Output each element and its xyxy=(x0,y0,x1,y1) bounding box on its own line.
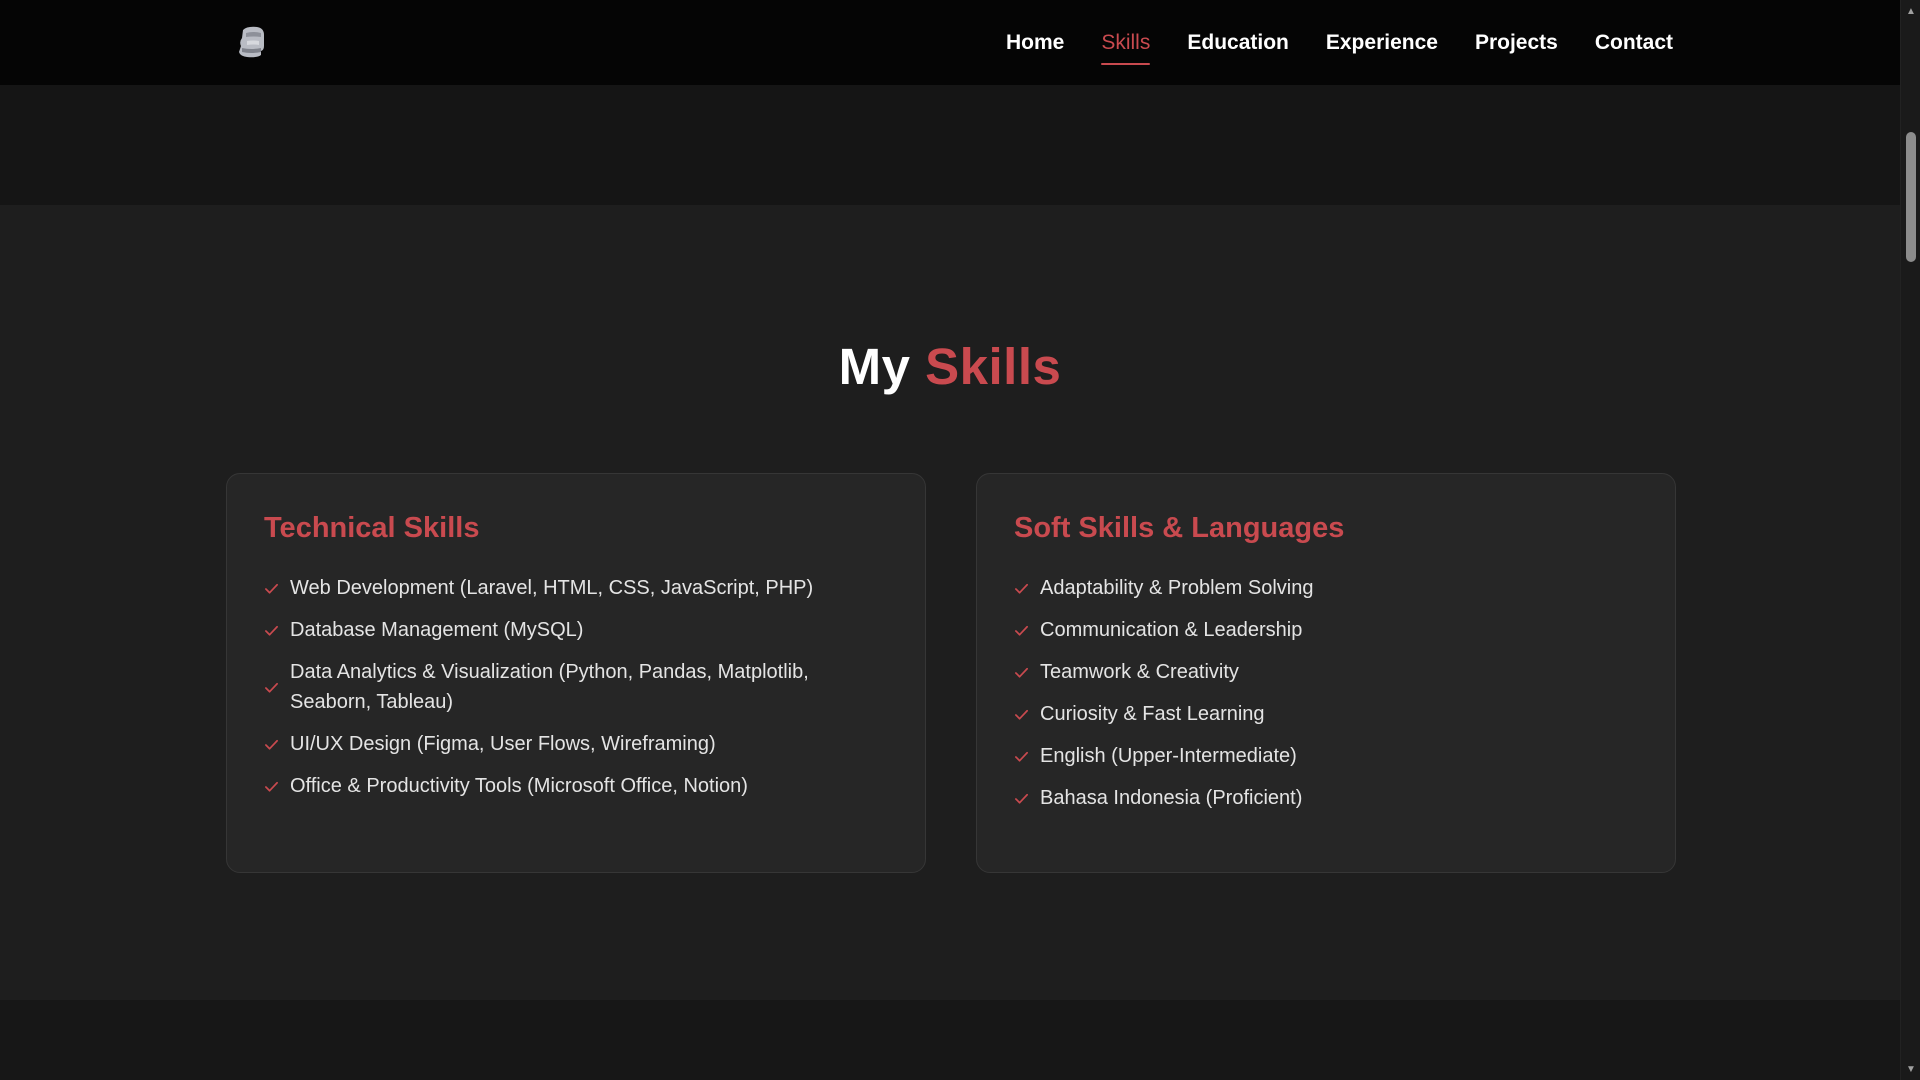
skill-text: Teamwork & Creativity xyxy=(1040,661,1239,683)
bust-statue-icon[interactable] xyxy=(233,24,269,60)
skill-text: Curiosity & Fast Learning xyxy=(1040,703,1265,725)
section-title-accent: Skills xyxy=(925,338,1062,395)
list-item: Teamwork & Creativity xyxy=(1014,657,1638,687)
nav-skills[interactable]: Skills xyxy=(1101,31,1151,65)
check-icon xyxy=(265,583,278,594)
skill-text: UI/UX Design (Figma, User Flows, Wirefra… xyxy=(290,733,716,755)
skill-text: Communication & Leadership xyxy=(1040,619,1303,641)
list-item: Curiosity & Fast Learning xyxy=(1014,699,1638,729)
nav-experience[interactable]: Experience xyxy=(1326,31,1438,55)
nav-links: Home Skills Education Experience Project… xyxy=(1006,0,1673,85)
check-icon xyxy=(265,625,278,636)
soft-skills-card: Soft Skills & Languages Adaptability & P… xyxy=(976,473,1676,873)
soft-skills-list: Adaptability & Problem Solving Communica… xyxy=(1014,573,1638,813)
scroll-up-arrow-icon[interactable]: ▲ xyxy=(1901,2,1920,20)
navbar: Home Skills Education Experience Project… xyxy=(0,0,1900,85)
list-item: Communication & Leadership xyxy=(1014,615,1638,645)
scroll-thumb[interactable] xyxy=(1906,132,1916,262)
technical-skills-card: Technical Skills Web Development (Larave… xyxy=(226,473,926,873)
page: Home Skills Education Experience Project… xyxy=(0,0,1920,1080)
check-icon xyxy=(1015,709,1028,720)
scroll-down-arrow-icon[interactable]: ▼ xyxy=(1901,1060,1920,1078)
nav-projects[interactable]: Projects xyxy=(1475,31,1558,55)
list-item: Adaptability & Problem Solving xyxy=(1014,573,1638,603)
skill-text: Office & Productivity Tools (Microsoft O… xyxy=(290,775,748,797)
skill-text: Data Analytics & Visualization (Python, … xyxy=(290,661,809,713)
section-title-prefix: My xyxy=(838,338,911,395)
check-icon xyxy=(1015,751,1028,762)
skill-text: English (Upper-Intermediate) xyxy=(1040,745,1297,767)
nav-home[interactable]: Home xyxy=(1006,31,1064,55)
list-item: Office & Productivity Tools (Microsoft O… xyxy=(264,771,888,801)
nav-contact[interactable]: Contact xyxy=(1595,31,1673,55)
technical-skills-title: Technical Skills xyxy=(264,512,480,544)
check-icon xyxy=(1015,625,1028,636)
check-icon xyxy=(1015,583,1028,594)
skill-text: Adaptability & Problem Solving xyxy=(1040,577,1314,599)
skill-text: Web Development (Laravel, HTML, CSS, Jav… xyxy=(290,577,814,599)
check-icon xyxy=(265,682,278,693)
soft-skills-title: Soft Skills & Languages xyxy=(1014,512,1345,544)
nav-education[interactable]: Education xyxy=(1187,31,1289,55)
next-section-start xyxy=(0,1000,1900,1080)
technical-skills-list: Web Development (Laravel, HTML, CSS, Jav… xyxy=(264,573,888,801)
list-item: Bahasa Indonesia (Proficient) xyxy=(1014,783,1638,813)
check-icon xyxy=(1015,667,1028,678)
list-item: Web Development (Laravel, HTML, CSS, Jav… xyxy=(264,573,888,603)
skill-text: Database Management (MySQL) xyxy=(290,619,584,641)
section-title: My Skills xyxy=(0,337,1900,396)
list-item: Database Management (MySQL) xyxy=(264,615,888,645)
check-icon xyxy=(265,781,278,792)
check-icon xyxy=(1015,793,1028,804)
scrollbar[interactable]: ▲ ▼ xyxy=(1900,0,1920,1080)
skill-text: Bahasa Indonesia (Proficient) xyxy=(1040,787,1303,809)
list-item: UI/UX Design (Figma, User Flows, Wirefra… xyxy=(264,729,888,759)
list-item: Data Analytics & Visualization (Python, … xyxy=(264,657,888,717)
previous-section-end xyxy=(0,85,1900,205)
check-icon xyxy=(265,739,278,750)
list-item: English (Upper-Intermediate) xyxy=(1014,741,1638,771)
skills-section: My Skills Technical Skills Web Developme… xyxy=(0,205,1900,1000)
